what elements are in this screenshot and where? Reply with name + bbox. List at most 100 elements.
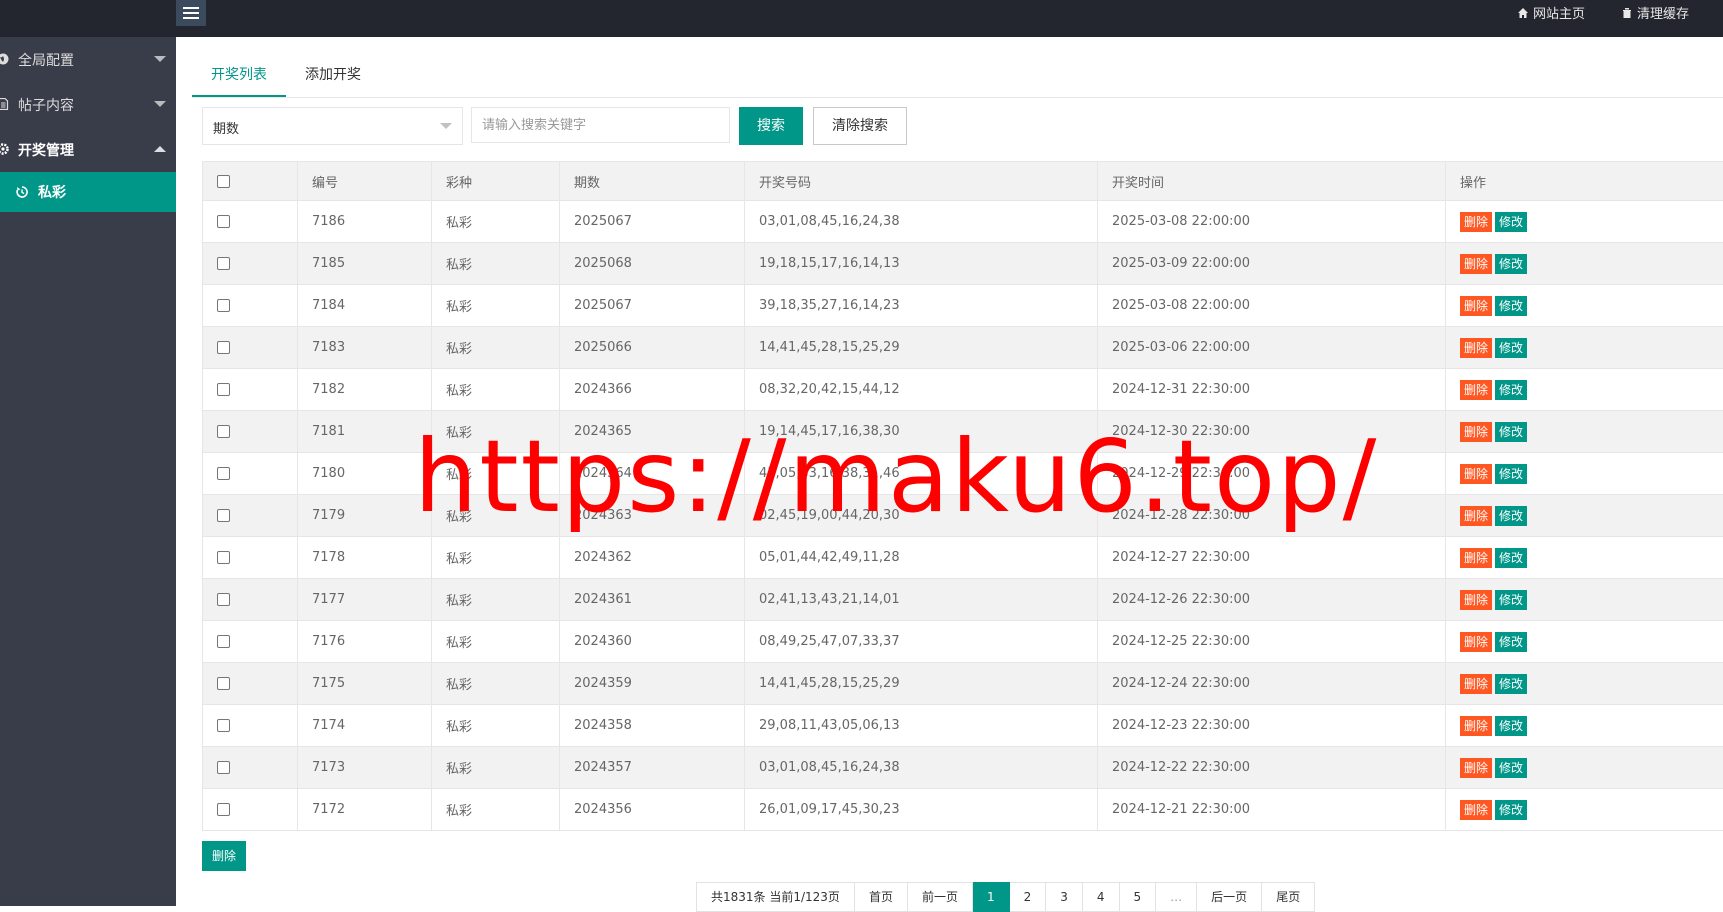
row-edit-button[interactable]: 修改 [1495, 716, 1527, 736]
row-actions: 删除修改 [1446, 621, 1723, 663]
row-issue: 2025066 [560, 327, 745, 369]
row-delete-button[interactable]: 删除 [1460, 674, 1492, 694]
row-edit-button[interactable]: 修改 [1495, 548, 1527, 568]
row-checkbox[interactable] [217, 509, 230, 522]
row-issue: 2024357 [560, 747, 745, 789]
row-delete-button[interactable]: 删除 [1460, 380, 1492, 400]
row-checkbox[interactable] [217, 719, 230, 732]
row-type: 私彩 [432, 747, 560, 789]
page-button-3[interactable]: 3 [1046, 882, 1083, 912]
select-all-checkbox[interactable] [217, 175, 230, 188]
row-checkbox[interactable] [217, 593, 230, 606]
last-page-button[interactable]: 尾页 [1262, 882, 1315, 912]
sidebar-item-draw-management[interactable]: 开奖管理 [0, 127, 176, 172]
row-delete-button[interactable]: 删除 [1460, 296, 1492, 316]
table-row: 7178私彩202436205,01,44,42,49,11,282024-12… [203, 537, 1723, 579]
row-checkbox[interactable] [217, 383, 230, 396]
row-edit-button[interactable]: 修改 [1495, 632, 1527, 652]
row-actions: 删除修改 [1446, 411, 1723, 453]
home-link[interactable]: 网站主页 [1517, 3, 1585, 22]
row-edit-button[interactable]: 修改 [1495, 296, 1527, 316]
row-type: 私彩 [432, 621, 560, 663]
row-checkbox[interactable] [217, 341, 230, 354]
row-delete-button[interactable]: 删除 [1460, 254, 1492, 274]
first-page-button[interactable]: 首页 [855, 882, 908, 912]
tab-add-draw[interactable]: 添加开奖 [286, 59, 380, 97]
row-select-cell [203, 453, 298, 495]
row-delete-button[interactable]: 删除 [1460, 212, 1492, 232]
row-edit-button[interactable]: 修改 [1495, 800, 1527, 820]
row-checkbox[interactable] [217, 803, 230, 816]
row-delete-button[interactable]: 删除 [1460, 548, 1492, 568]
row-delete-button[interactable]: 删除 [1460, 716, 1492, 736]
search-field-select[interactable]: 期数 [202, 107, 463, 145]
row-select-cell [203, 201, 298, 243]
row-checkbox[interactable] [217, 215, 230, 228]
row-actions: 删除修改 [1446, 243, 1723, 285]
row-type: 私彩 [432, 369, 560, 411]
row-actions: 删除修改 [1446, 453, 1723, 495]
row-checkbox[interactable] [217, 299, 230, 312]
clear-cache-link[interactable]: 清理缓存 [1621, 3, 1689, 22]
row-edit-button[interactable]: 修改 [1495, 506, 1527, 526]
row-delete-button[interactable]: 删除 [1460, 338, 1492, 358]
page-button-4[interactable]: 4 [1083, 882, 1120, 912]
row-actions: 删除修改 [1446, 537, 1723, 579]
row-time: 2024-12-26 22:30:00 [1098, 579, 1446, 621]
clear-search-button[interactable]: 清除搜索 [813, 107, 907, 145]
row-delete-button[interactable]: 删除 [1460, 800, 1492, 820]
row-checkbox[interactable] [217, 551, 230, 564]
row-edit-button[interactable]: 修改 [1495, 590, 1527, 610]
row-checkbox[interactable] [217, 467, 230, 480]
row-edit-button[interactable]: 修改 [1495, 338, 1527, 358]
row-checkbox[interactable] [217, 635, 230, 648]
row-edit-button[interactable]: 修改 [1495, 254, 1527, 274]
row-edit-button[interactable]: 修改 [1495, 422, 1527, 442]
row-checkbox[interactable] [217, 677, 230, 690]
row-edit-button[interactable]: 修改 [1495, 674, 1527, 694]
row-checkbox[interactable] [217, 257, 230, 270]
page-button-5[interactable]: 5 [1120, 882, 1157, 912]
page-button-1[interactable]: 1 [973, 882, 1010, 912]
row-numbers: 19,18,15,17,16,14,13 [745, 243, 1098, 285]
table-row: 7176私彩202436008,49,25,47,07,33,372024-12… [203, 621, 1723, 663]
table-row: 7186私彩202506703,01,08,45,16,24,382025-03… [203, 201, 1723, 243]
row-id: 7186 [298, 201, 432, 243]
column-header-issue: 期数 [560, 162, 745, 201]
prev-page-button[interactable]: 前一页 [908, 882, 973, 912]
row-edit-button[interactable]: 修改 [1495, 380, 1527, 400]
row-time: 2025-03-09 22:00:00 [1098, 243, 1446, 285]
pagination-ellipsis: … [1156, 882, 1197, 912]
search-button[interactable]: 搜索 [739, 107, 803, 145]
row-delete-button[interactable]: 删除 [1460, 590, 1492, 610]
row-delete-button[interactable]: 删除 [1460, 632, 1492, 652]
column-header-time: 开奖时间 [1098, 162, 1446, 201]
row-id: 7180 [298, 453, 432, 495]
sidebar-subitem-private-lottery[interactable]: 私彩 [0, 172, 176, 212]
search-input[interactable] [471, 107, 730, 143]
row-checkbox[interactable] [217, 425, 230, 438]
next-page-button[interactable]: 后一页 [1197, 882, 1262, 912]
row-delete-button[interactable]: 删除 [1460, 506, 1492, 526]
bulk-delete-button[interactable]: 删除 [202, 841, 246, 871]
row-edit-button[interactable]: 修改 [1495, 758, 1527, 778]
row-delete-button[interactable]: 删除 [1460, 758, 1492, 778]
row-delete-button[interactable]: 删除 [1460, 422, 1492, 442]
row-numbers: 08,49,25,47,07,33,37 [745, 621, 1098, 663]
sidebar: 全局配置 帖子内容 开奖管理 私彩 [0, 37, 176, 906]
row-type: 私彩 [432, 705, 560, 747]
menu-toggle-button[interactable] [176, 0, 206, 26]
page-button-2[interactable]: 2 [1010, 882, 1047, 912]
row-time: 2024-12-30 22:30:00 [1098, 411, 1446, 453]
row-time: 2024-12-23 22:30:00 [1098, 705, 1446, 747]
chevron-down-icon [154, 56, 166, 62]
sidebar-item-post-content[interactable]: 帖子内容 [0, 82, 176, 127]
row-edit-button[interactable]: 修改 [1495, 464, 1527, 484]
tab-draw-list[interactable]: 开奖列表 [192, 59, 286, 97]
row-delete-button[interactable]: 删除 [1460, 464, 1492, 484]
sidebar-item-global-config[interactable]: 全局配置 [0, 37, 176, 82]
row-edit-button[interactable]: 修改 [1495, 212, 1527, 232]
row-checkbox[interactable] [217, 761, 230, 774]
table-row: 7184私彩202506739,18,35,27,16,14,232025-03… [203, 285, 1723, 327]
row-numbers: 43,05,33,16,38,31,46 [745, 453, 1098, 495]
